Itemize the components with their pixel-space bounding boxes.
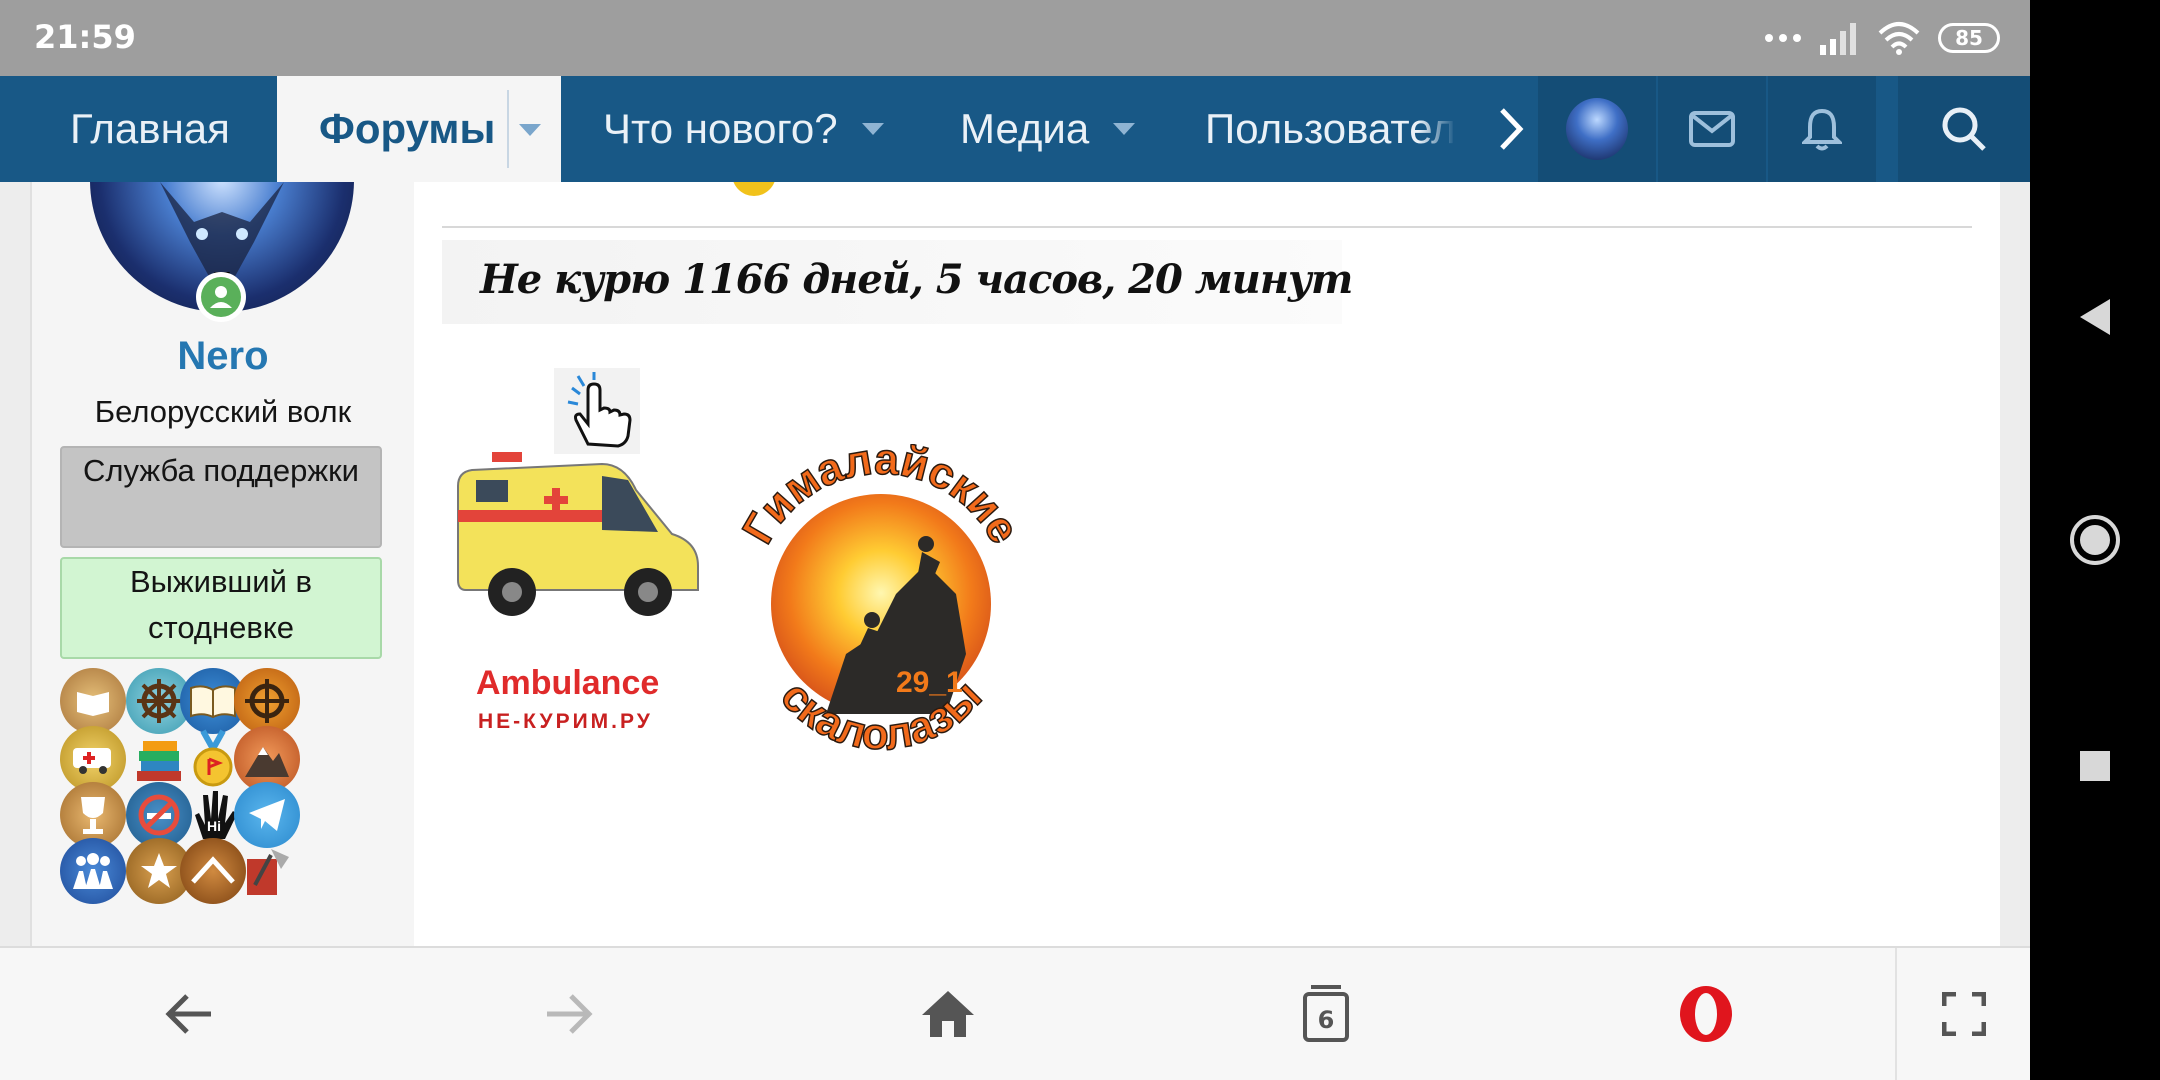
tabs-icon: 6 bbox=[1301, 984, 1351, 1044]
nav-media[interactable]: Медиа bbox=[960, 76, 1136, 182]
android-home-button[interactable] bbox=[2030, 512, 2160, 568]
trophy-people-icon[interactable] bbox=[60, 838, 126, 904]
book-icon bbox=[77, 692, 109, 716]
ambulance-icon bbox=[73, 748, 111, 774]
mail-icon bbox=[1689, 111, 1735, 147]
cup-icon bbox=[81, 797, 105, 834]
alerts-button[interactable] bbox=[1768, 76, 1876, 182]
status-time: 21:59 bbox=[34, 18, 136, 56]
android-back-button[interactable] bbox=[2030, 292, 2160, 342]
nav-whats-new-label: Что нового? bbox=[603, 105, 838, 152]
signature-divider bbox=[442, 226, 1972, 228]
trophy-award-icon[interactable] bbox=[60, 668, 126, 734]
pointer-hand-icon bbox=[567, 372, 632, 448]
status-bar: 21:59 85 bbox=[0, 0, 2030, 76]
page-content: Nero Белорусский волк Служба поддержки В… bbox=[0, 182, 2030, 946]
circle-home-icon bbox=[2070, 515, 2120, 565]
more-dots-icon bbox=[1765, 34, 1801, 42]
climbers-logo-icon: Гималайские скалолазы 29_1 bbox=[732, 434, 1029, 760]
trophy-axe-icon[interactable] bbox=[234, 838, 300, 904]
square-recents-icon bbox=[2080, 751, 2110, 781]
nav-scroll-right[interactable] bbox=[1488, 76, 1534, 182]
nav-forums-label: Форумы bbox=[319, 105, 496, 152]
ship-wheel-icon bbox=[137, 679, 181, 723]
search-button[interactable] bbox=[1898, 76, 2030, 182]
post-user-sidebar: Nero Белорусский волк Служба поддержки В… bbox=[30, 182, 416, 946]
android-navigation-bar bbox=[2030, 0, 2160, 1080]
nav-home-label: Главная bbox=[70, 105, 230, 152]
chevron-down-icon[interactable] bbox=[861, 123, 884, 135]
quit-smoking-counter-text: Не курю 1166 дней, 5 часов, 20 минут bbox=[480, 256, 1353, 303]
ship-wheel-icon bbox=[245, 679, 289, 723]
wifi-icon bbox=[1878, 22, 1920, 55]
nav-members[interactable]: Пользовател bbox=[1205, 76, 1465, 182]
user-banner-survivor: Выживший в стодневке bbox=[60, 557, 382, 659]
triangle-back-icon bbox=[2080, 299, 2110, 335]
chevron-down-icon[interactable] bbox=[1113, 123, 1136, 135]
search-icon bbox=[1942, 107, 1986, 151]
ambulance-van-icon bbox=[457, 452, 699, 616]
signature-top-emoji bbox=[732, 182, 776, 196]
user-icon bbox=[210, 286, 232, 308]
nav-members-label: Пользовател bbox=[1205, 105, 1456, 152]
browser-toolbar: 6 bbox=[0, 946, 2030, 1080]
svg-text:Hi: Hi bbox=[207, 818, 221, 834]
home-button[interactable] bbox=[878, 948, 1018, 1080]
android-recents-button[interactable] bbox=[2030, 748, 2160, 784]
nav-home[interactable]: Главная bbox=[40, 76, 260, 182]
nav-divider bbox=[507, 90, 509, 168]
conversations-button[interactable] bbox=[1658, 76, 1766, 182]
chevron-down-icon[interactable] bbox=[519, 124, 541, 136]
mountain-icon bbox=[245, 747, 289, 777]
forward-button[interactable] bbox=[498, 948, 638, 1080]
home-icon bbox=[922, 991, 974, 1037]
nav-whats-new[interactable]: Что нового? bbox=[603, 76, 884, 182]
tab-count: 6 bbox=[1317, 1006, 1335, 1034]
fullscreen-icon bbox=[1941, 992, 1986, 1036]
ambulance-signature-image[interactable]: Ambulance НЕ-КУРИМ.РУ bbox=[442, 368, 722, 748]
post-content: Не курю 1166 дней, 5 часов, 20 минут Amb… bbox=[414, 182, 2000, 946]
account-avatar-button[interactable] bbox=[1538, 76, 1656, 182]
nav-media-label: Медиа bbox=[960, 105, 1090, 152]
trophy-wheel-3-icon[interactable] bbox=[234, 668, 300, 734]
forum-nav-bar: Главная Форумы Что нового? Медиа Пользов… bbox=[0, 76, 2030, 182]
nav-forums[interactable]: Форумы bbox=[277, 76, 561, 182]
books-stack-icon bbox=[137, 741, 181, 781]
online-status-indicator bbox=[196, 272, 246, 322]
no-smoking-icon bbox=[138, 794, 180, 836]
tabs-button[interactable]: 6 bbox=[1256, 948, 1396, 1080]
star-icon bbox=[141, 853, 177, 888]
roof-icon bbox=[191, 856, 235, 884]
click-hand-icon-box bbox=[554, 368, 640, 454]
arrow-right-icon bbox=[547, 994, 593, 1034]
bell-icon bbox=[1802, 108, 1842, 151]
climbers-signature-image[interactable]: Гималайские скалолазы 29_1 bbox=[726, 434, 1036, 760]
axe-icon bbox=[247, 849, 289, 895]
quit-smoking-counter[interactable]: Не курю 1166 дней, 5 часов, 20 минут bbox=[442, 240, 1353, 324]
battery-icon: 85 bbox=[1938, 23, 2000, 53]
opera-logo-icon bbox=[1680, 986, 1732, 1042]
opera-menu-button[interactable] bbox=[1636, 948, 1776, 1080]
user-title: Белорусский волк bbox=[94, 394, 352, 429]
username[interactable]: Nero bbox=[32, 334, 414, 379]
avatar-icon bbox=[1566, 98, 1628, 160]
user-banner-support: Служба поддержки bbox=[60, 446, 382, 548]
paper-plane-icon bbox=[249, 799, 285, 831]
open-book-icon bbox=[190, 685, 236, 718]
status-icons: 85 bbox=[1764, 18, 2000, 58]
arrow-left-icon bbox=[165, 994, 211, 1034]
signal-icon bbox=[1820, 23, 1856, 55]
chevron-right-icon bbox=[1500, 108, 1524, 150]
climbers-number: 29_1 bbox=[896, 666, 963, 699]
fullscreen-button[interactable] bbox=[1897, 948, 2030, 1080]
back-button[interactable] bbox=[120, 948, 260, 1080]
medal-icon bbox=[193, 729, 233, 787]
ambulance-sublabel: НЕ-КУРИМ.РУ bbox=[478, 710, 653, 733]
people-icon bbox=[73, 853, 113, 889]
ambulance-label: Ambulance bbox=[476, 664, 660, 702]
